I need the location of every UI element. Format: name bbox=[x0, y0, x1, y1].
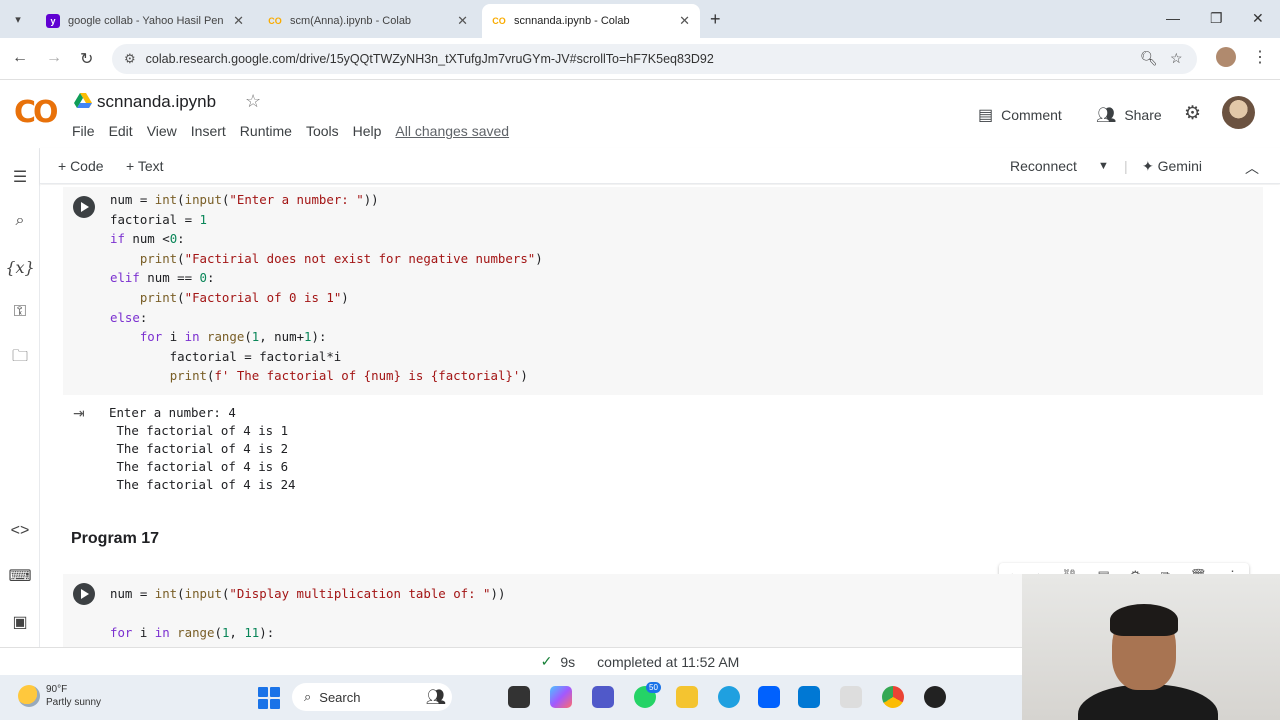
bookmark-star-icon[interactable]: ☆ bbox=[1170, 50, 1183, 67]
colab-icon: CO bbox=[492, 16, 506, 26]
save-status[interactable]: All changes saved bbox=[395, 123, 509, 139]
edge-icon[interactable] bbox=[718, 686, 740, 708]
execution-duration: 9s bbox=[560, 653, 576, 670]
code-editor[interactable]: num = int(input("Display multiplication … bbox=[110, 584, 505, 643]
add-text-button[interactable]: + Text bbox=[126, 158, 164, 174]
menu-insert[interactable]: Insert bbox=[191, 123, 226, 139]
code-editor[interactable]: num = int(input("Enter a number: ")) fac… bbox=[110, 190, 543, 386]
webcam-overlay bbox=[1022, 574, 1280, 720]
forward-icon[interactable]: → bbox=[46, 49, 62, 67]
menu-tools[interactable]: Tools bbox=[306, 123, 339, 139]
menu-bar: File Edit View Insert Runtime Tools Help… bbox=[72, 123, 523, 139]
reconnect-button[interactable]: Reconnect bbox=[1010, 158, 1077, 174]
menu-file[interactable]: File bbox=[72, 123, 95, 139]
weather-widget[interactable]: 90°F Partly sunny bbox=[18, 683, 101, 709]
close-icon[interactable]: ✕ bbox=[457, 13, 468, 29]
colab-icon: CO bbox=[268, 16, 282, 26]
file-explorer-icon[interactable] bbox=[676, 686, 698, 708]
command-palette-icon[interactable]: ⌨ bbox=[8, 564, 32, 588]
back-icon[interactable]: ← bbox=[12, 49, 28, 67]
minimize-button[interactable]: — bbox=[1166, 10, 1180, 26]
google-drive-icon[interactable] bbox=[74, 93, 92, 109]
windows-start-icon[interactable] bbox=[258, 687, 280, 709]
people-icon: 👥︎ bbox=[1096, 107, 1117, 124]
search-icon[interactable]: ⌕ bbox=[8, 209, 32, 233]
browser-profile-avatar[interactable] bbox=[1216, 47, 1236, 67]
close-icon[interactable]: ✕ bbox=[679, 13, 690, 29]
output-toggle-icon[interactable]: ⇥ bbox=[73, 405, 85, 422]
search-icon: ⌕ bbox=[304, 689, 312, 704]
table-of-contents-icon[interactable]: ☰ bbox=[8, 165, 32, 189]
store-icon[interactable] bbox=[798, 686, 820, 708]
section-heading: Program 17 bbox=[71, 530, 160, 547]
reload-icon[interactable]: ↻ bbox=[80, 49, 93, 69]
search-highlight-icon: 👥︎ bbox=[425, 689, 446, 706]
notification-badge: 50 bbox=[646, 682, 661, 693]
browser-menu-icon[interactable]: ⋮ bbox=[1252, 47, 1268, 67]
close-window-button[interactable]: ✕ bbox=[1252, 10, 1264, 27]
gemini-button[interactable]: ✦ Gemini bbox=[1142, 158, 1202, 175]
browser-tab-scnnanda[interactable]: CO scnnanda.ipynb - Colab ✕ bbox=[482, 4, 700, 38]
close-icon[interactable]: ✕ bbox=[233, 13, 244, 29]
menu-view[interactable]: View bbox=[147, 123, 177, 139]
presenter-hair bbox=[1110, 604, 1178, 636]
notebook-toolbar: + Code + Text Reconnect ▼ | ✦ Gemini ︿ bbox=[40, 148, 1280, 184]
variables-icon[interactable]: {x} bbox=[5, 255, 34, 279]
browser-tab-strip: ▾ y google collab - Yahoo Hasil Pen ✕ CO… bbox=[0, 0, 1280, 38]
tab-search-button[interactable]: ▾ bbox=[6, 8, 30, 30]
toolbar-divider: | bbox=[1124, 158, 1128, 174]
dropbox-icon[interactable] bbox=[758, 686, 780, 708]
site-info-icon[interactable]: ⚙ bbox=[124, 51, 136, 67]
comment-button[interactable]: ▤ Comment bbox=[978, 105, 1062, 125]
check-icon: ✓ bbox=[540, 653, 553, 669]
run-cell-button[interactable] bbox=[73, 196, 95, 218]
new-tab-button[interactable]: + bbox=[710, 9, 721, 30]
amazon-icon[interactable] bbox=[840, 686, 862, 708]
menu-runtime[interactable]: Runtime bbox=[240, 123, 292, 139]
menu-help[interactable]: Help bbox=[353, 123, 382, 139]
chrome-icon[interactable] bbox=[882, 686, 904, 708]
settings-gear-icon[interactable]: ⚙ bbox=[1184, 102, 1201, 125]
task-view-icon[interactable] bbox=[508, 686, 530, 708]
left-sidebar: ☰ ⌕ {x} ⚿ 🗀 <> ⌨ ▣ bbox=[0, 148, 40, 648]
notebook-title[interactable]: scnnanda.ipynb bbox=[97, 92, 216, 112]
colab-logo[interactable]: CO bbox=[14, 95, 58, 130]
yahoo-icon: y bbox=[46, 14, 60, 28]
execution-status[interactable]: completed at 11:52 AM bbox=[597, 654, 739, 670]
comment-icon: ▤ bbox=[978, 107, 994, 124]
partly-sunny-icon bbox=[18, 685, 40, 707]
code-cell[interactable]: num = int(input("Enter a number: ")) fac… bbox=[63, 187, 1263, 395]
copilot-icon[interactable] bbox=[550, 686, 572, 708]
colab-header: CO scnnanda.ipynb ☆ File Edit View Inser… bbox=[0, 80, 1280, 148]
sparkle-icon: ✦ bbox=[1142, 158, 1158, 174]
maximize-button[interactable]: ❐ bbox=[1210, 10, 1223, 27]
terminal-icon[interactable]: ▣ bbox=[8, 610, 32, 634]
browser-tab-scm[interactable]: CO scm(Anna).ipynb - Colab ✕ bbox=[258, 4, 478, 38]
secrets-key-icon[interactable]: ⚿ bbox=[8, 300, 32, 324]
files-folder-icon[interactable]: 🗀 bbox=[8, 346, 32, 370]
taskbar-search[interactable]: ⌕ Search 👥︎ bbox=[292, 683, 452, 711]
teams-icon[interactable] bbox=[592, 686, 614, 708]
code-snippets-icon[interactable]: <> bbox=[8, 519, 32, 543]
user-avatar[interactable] bbox=[1222, 96, 1255, 129]
run-cell-button[interactable] bbox=[73, 583, 95, 605]
browser-tab-yahoo[interactable]: y google collab - Yahoo Hasil Pen ✕ bbox=[36, 4, 254, 38]
menu-edit[interactable]: Edit bbox=[109, 123, 133, 139]
app-icon[interactable] bbox=[924, 686, 946, 708]
runtime-dropdown-icon[interactable]: ▼ bbox=[1098, 160, 1109, 172]
collapse-chevron-icon[interactable]: ︿ bbox=[1245, 158, 1259, 178]
zoom-icon[interactable]: 🔍︎ bbox=[1140, 50, 1158, 67]
cell-output: Enter a number: 4 The factorial of 4 is … bbox=[109, 405, 296, 492]
url-field[interactable]: ⚙ colab.research.google.com/drive/15yQQt… bbox=[112, 44, 1197, 74]
share-button[interactable]: 👥︎ Share bbox=[1096, 105, 1162, 125]
address-bar-row: ← → ↻ ⚙ colab.research.google.com/drive/… bbox=[0, 38, 1280, 80]
add-code-button[interactable]: + Code bbox=[58, 158, 104, 174]
star-icon[interactable]: ☆ bbox=[245, 91, 261, 112]
